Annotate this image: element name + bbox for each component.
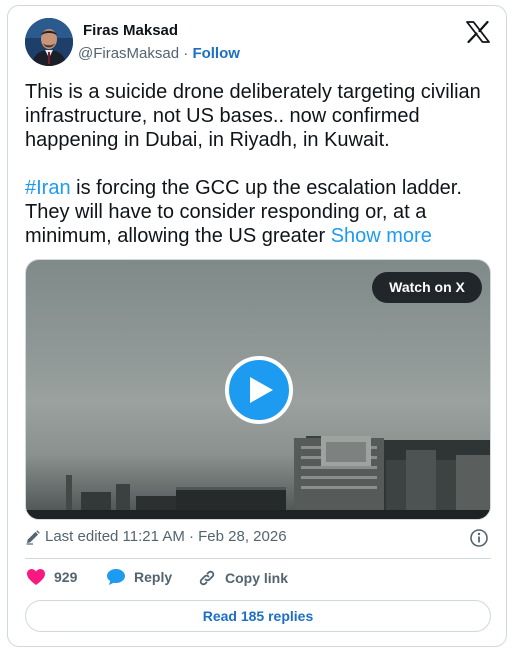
watch-on-x-button[interactable]: Watch on X xyxy=(372,272,482,303)
hashtag-link[interactable]: #Iran xyxy=(25,177,71,199)
like-count: 929 xyxy=(54,569,78,585)
author-name[interactable]: Firas Maksad xyxy=(83,22,178,39)
show-more-link[interactable]: Show more xyxy=(331,225,432,247)
video-thumbnail[interactable]: Watch on X xyxy=(25,259,491,520)
info-icon[interactable] xyxy=(469,528,489,548)
divider xyxy=(25,558,491,559)
last-edited-timestamp[interactable]: Last edited 11:21 AM · Feb 28, 2026 xyxy=(45,528,287,545)
author-handle-row: @FirasMaksad · Follow xyxy=(78,45,240,62)
tweet-paragraph-1: This is a suicide drone deliberately tar… xyxy=(25,81,481,151)
heart-icon xyxy=(27,569,45,585)
play-icon xyxy=(250,377,273,403)
reply-bubble-icon xyxy=(107,569,125,585)
pencil-icon xyxy=(26,529,40,545)
copy-link-label: Copy link xyxy=(225,570,289,586)
author-handle[interactable]: @FirasMaksad xyxy=(78,45,179,62)
reply-button[interactable]: Reply xyxy=(106,568,172,586)
follow-button[interactable]: Follow xyxy=(192,45,240,62)
copy-link-button[interactable]: Copy link xyxy=(197,568,288,588)
link-icon xyxy=(199,570,215,586)
like-button[interactable]: 929 xyxy=(26,568,77,586)
tweet-card: Firas Maksad @FirasMaksad · Follow This … xyxy=(7,5,507,647)
tweet-paragraph-2: #Iran is forcing the GCC up the escalati… xyxy=(25,176,495,248)
separator: · xyxy=(183,45,189,62)
reply-label: Reply xyxy=(134,569,173,585)
avatar[interactable] xyxy=(25,18,73,66)
edit-info-row: Last edited 11:21 AM · Feb 28, 2026 xyxy=(25,528,287,545)
tweet-text: This is a suicide drone deliberately tar… xyxy=(25,80,495,248)
read-replies-button[interactable]: Read 185 replies xyxy=(25,600,491,632)
x-logo-icon[interactable] xyxy=(466,21,490,43)
play-button[interactable] xyxy=(225,356,293,424)
